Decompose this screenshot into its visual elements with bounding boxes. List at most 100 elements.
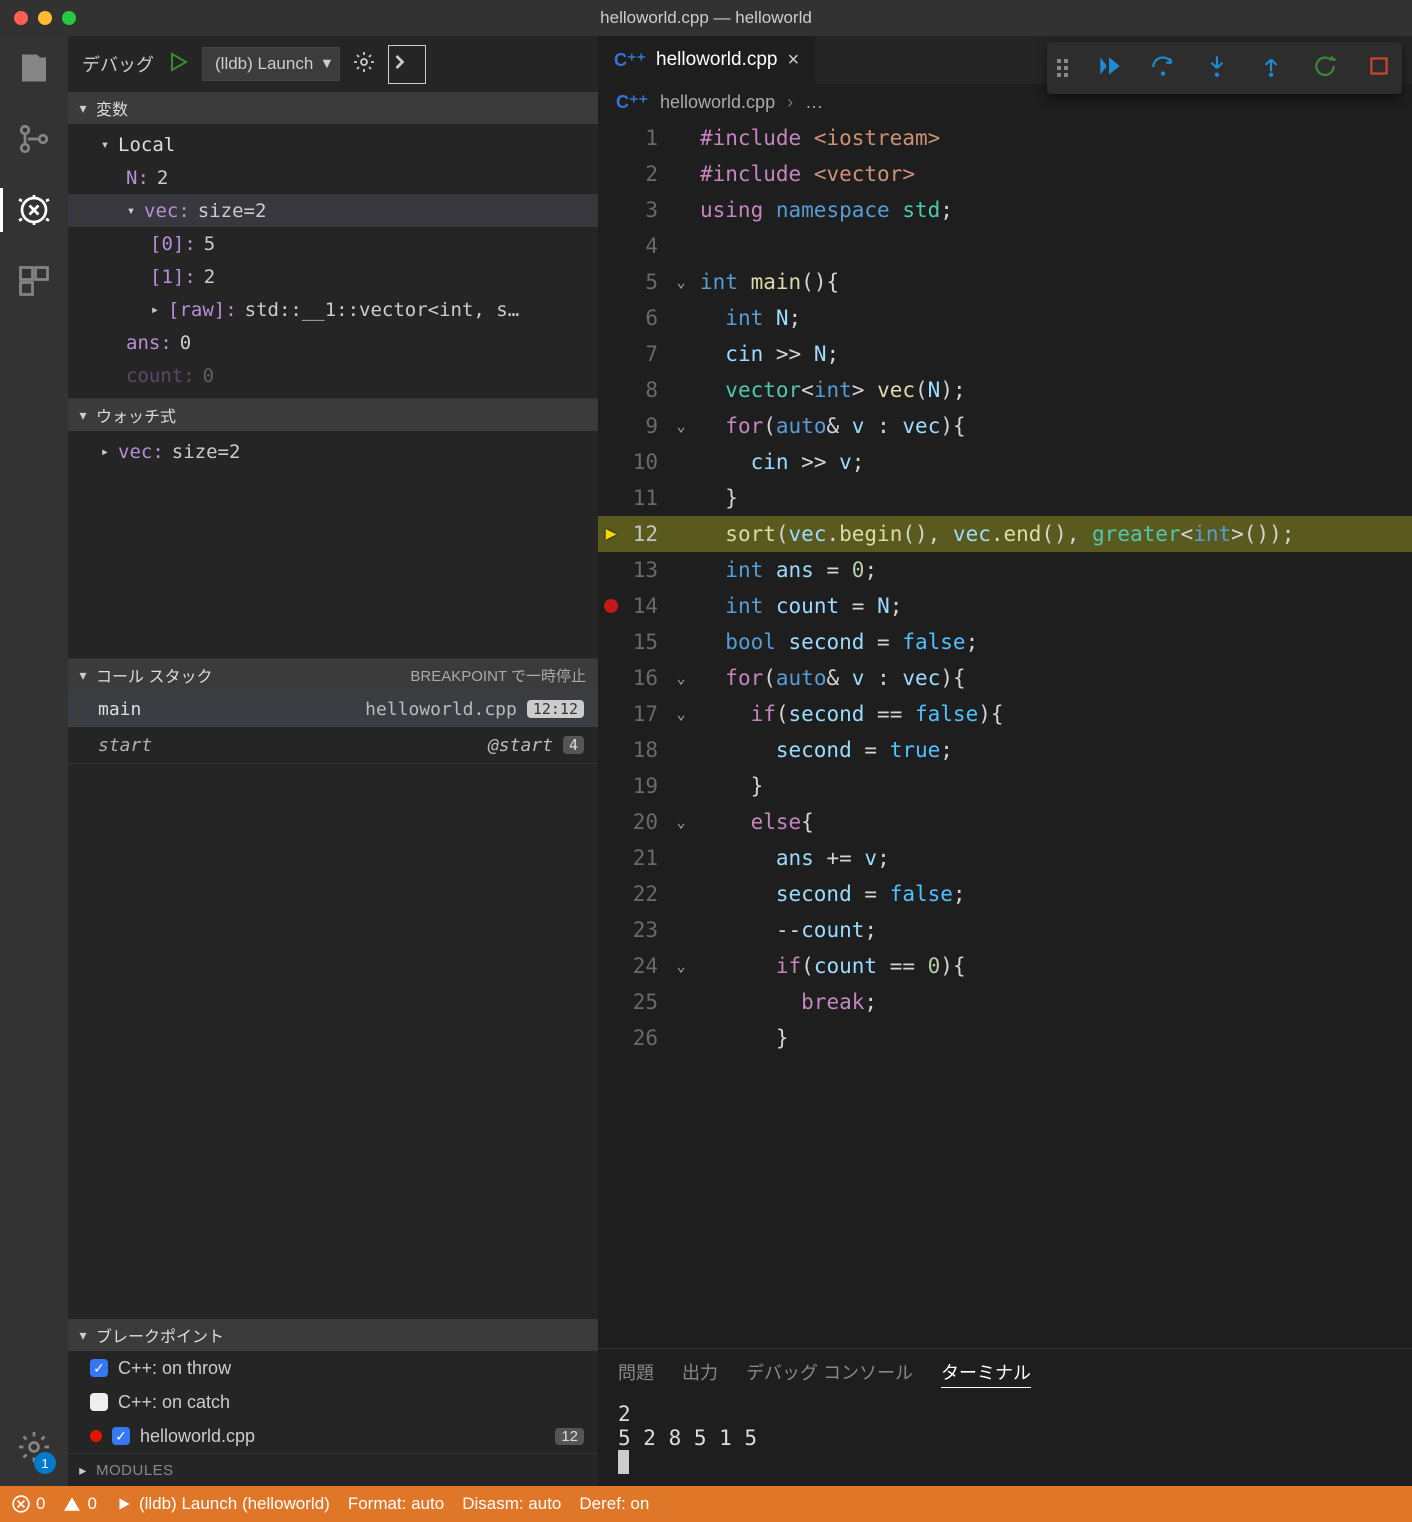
panel-tab-terminal[interactable]: ターミナル <box>941 1359 1031 1388</box>
bp-file[interactable]: ✓helloworld.cpp12 <box>68 1419 598 1453</box>
code-line-2[interactable]: 2#include <vector> <box>598 156 1412 192</box>
terminal-line: 5 2 8 5 1 5 <box>618 1426 1392 1450</box>
crumb-more[interactable]: … <box>805 92 823 113</box>
code-line-7[interactable]: 7 cin >> N; <box>598 336 1412 372</box>
step-into-button[interactable] <box>1204 53 1230 84</box>
status-deref[interactable]: Deref: on <box>579 1494 649 1514</box>
status-format[interactable]: Format: auto <box>348 1494 444 1514</box>
status-errors[interactable]: 0 <box>12 1494 45 1514</box>
panel-tab-debug[interactable]: デバッグ コンソール <box>746 1359 913 1388</box>
code-line-17[interactable]: 17⌄ if(second == false){ <box>598 696 1412 732</box>
debug-tab[interactable] <box>16 192 52 233</box>
breakpoints-header[interactable]: ブレークポイント <box>68 1319 598 1351</box>
debug-settings-button[interactable] <box>352 50 376 79</box>
code-line-4[interactable]: 4 <box>598 228 1412 264</box>
close-window-button[interactable] <box>14 11 28 25</box>
code-line-18[interactable]: 18 second = true; <box>598 732 1412 768</box>
checkbox-icon[interactable] <box>90 1393 108 1411</box>
variables-section: 変数 Local N: 2 vec: size=2 [0]: 5 [1]: 2 … <box>68 92 598 399</box>
watch-vec[interactable]: vec: size=2 <box>68 435 598 468</box>
var-vec-1[interactable]: [1]: 2 <box>68 260 598 293</box>
restart-button[interactable] <box>1312 53 1338 84</box>
settings-tab[interactable]: 1 <box>16 1429 52 1470</box>
tab-label: helloworld.cpp <box>656 49 777 71</box>
code-line-5[interactable]: 5⌄int main(){ <box>598 264 1412 300</box>
stop-button[interactable] <box>1366 53 1392 84</box>
var-vec[interactable]: vec: size=2 <box>68 194 598 227</box>
close-icon[interactable]: × <box>787 49 799 72</box>
bp-on-throw[interactable]: ✓C++: on throw <box>68 1351 598 1385</box>
bottom-panel: 問題 出力 デバッグ コンソール ターミナル 2 5 2 8 5 1 5 <box>598 1348 1412 1486</box>
search-tab[interactable] <box>22 55 46 82</box>
modules-header[interactable]: MODULES <box>68 1454 598 1486</box>
code-line-25[interactable]: 25 break; <box>598 984 1412 1020</box>
code-line-12[interactable]: ▶12 sort(vec.begin(), vec.end(), greater… <box>598 516 1412 552</box>
status-disasm[interactable]: Disasm: auto <box>462 1494 561 1514</box>
code-line-10[interactable]: 10 cin >> v; <box>598 444 1412 480</box>
stack-frame-main[interactable]: main helloworld.cpp 12:12 <box>68 691 598 727</box>
status-launch[interactable]: (lldb) Launch (helloworld) <box>115 1494 330 1514</box>
checkbox-icon[interactable]: ✓ <box>112 1427 130 1445</box>
code-line-11[interactable]: 11 } <box>598 480 1412 516</box>
variables-header[interactable]: 変数 <box>68 92 598 124</box>
callstack-header[interactable]: コール スタックBREAKPOINT で一時停止 <box>68 659 598 691</box>
checkbox-icon[interactable]: ✓ <box>90 1359 108 1377</box>
cpp-file-icon: C⁺⁺ <box>616 92 648 113</box>
scope-local[interactable]: Local <box>68 128 598 161</box>
var-count[interactable]: count: 0 <box>68 359 598 392</box>
scm-tab[interactable] <box>16 121 52 162</box>
continue-button[interactable] <box>1096 53 1122 84</box>
code-line-24[interactable]: 24⌄ if(count == 0){ <box>598 948 1412 984</box>
breakpoints-section: ブレークポイント ✓C++: on throw C++: on catch ✓h… <box>68 1319 598 1454</box>
code-line-8[interactable]: 8 vector<int> vec(N); <box>598 372 1412 408</box>
panel-tab-problems[interactable]: 問題 <box>618 1359 654 1388</box>
var-vec-0[interactable]: [0]: 5 <box>68 227 598 260</box>
code-line-15[interactable]: 15 bool second = false; <box>598 624 1412 660</box>
minimize-window-button[interactable] <box>38 11 52 25</box>
code-line-13[interactable]: 13 int ans = 0; <box>598 552 1412 588</box>
code-line-23[interactable]: 23 --count; <box>598 912 1412 948</box>
watch-section: ウォッチ式 vec: size=2 <box>68 399 598 659</box>
code-line-6[interactable]: 6 int N; <box>598 300 1412 336</box>
debug-config-select[interactable]: (lldb) Launch <box>202 47 340 81</box>
watch-header[interactable]: ウォッチ式 <box>68 399 598 431</box>
start-debug-button[interactable] <box>166 50 190 79</box>
code-line-19[interactable]: 19 } <box>598 768 1412 804</box>
code-line-22[interactable]: 22 second = false; <box>598 876 1412 912</box>
crumb-file[interactable]: helloworld.cpp <box>660 92 775 113</box>
panel-tab-output[interactable]: 出力 <box>682 1359 718 1388</box>
callstack-section: コール スタックBREAKPOINT で一時停止 main helloworld… <box>68 659 598 764</box>
explorer-tab[interactable] <box>16 50 52 91</box>
code-line-1[interactable]: 1#include <iostream> <box>598 120 1412 156</box>
settings-badge: 1 <box>34 1452 56 1474</box>
var-ans[interactable]: ans: 0 <box>68 326 598 359</box>
terminal-cursor <box>618 1450 629 1474</box>
code-line-21[interactable]: 21 ans += v; <box>598 840 1412 876</box>
status-bar: 0 0 (lldb) Launch (helloworld) Format: a… <box>0 1486 1412 1522</box>
sidebar-title: デバッグ <box>82 51 154 77</box>
terminal[interactable]: 2 5 2 8 5 1 5 <box>598 1398 1412 1478</box>
debug-toolbar <box>1047 42 1402 94</box>
step-over-button[interactable] <box>1150 53 1176 84</box>
activity-bar: 1 <box>0 36 68 1486</box>
stack-frame-start[interactable]: start @start 4 <box>68 727 598 763</box>
code-line-16[interactable]: 16⌄ for(auto& v : vec){ <box>598 660 1412 696</box>
zoom-window-button[interactable] <box>62 11 76 25</box>
code-line-14[interactable]: 14 int count = N; <box>598 588 1412 624</box>
code-editor[interactable]: 1#include <iostream>2#include <vector>3u… <box>598 120 1412 1348</box>
window-title: helloworld.cpp — helloworld <box>0 8 1412 28</box>
drag-handle-icon[interactable] <box>1057 59 1068 77</box>
code-line-9[interactable]: 9⌄ for(auto& v : vec){ <box>598 408 1412 444</box>
extensions-tab[interactable] <box>16 263 52 304</box>
status-warnings[interactable]: 0 <box>63 1494 96 1514</box>
code-line-20[interactable]: 20⌄ else{ <box>598 804 1412 840</box>
code-line-3[interactable]: 3using namespace std; <box>598 192 1412 228</box>
var-n[interactable]: N: 2 <box>68 161 598 194</box>
titlebar: helloworld.cpp — helloworld <box>0 0 1412 36</box>
debug-console-button[interactable] <box>388 45 426 84</box>
step-out-button[interactable] <box>1258 53 1284 84</box>
code-line-26[interactable]: 26 } <box>598 1020 1412 1056</box>
var-vec-raw[interactable]: [raw]: std::__1::vector<int, s… <box>68 293 598 326</box>
tab-helloworld[interactable]: C⁺⁺ helloworld.cpp × <box>598 36 815 84</box>
bp-on-catch[interactable]: C++: on catch <box>68 1385 598 1419</box>
